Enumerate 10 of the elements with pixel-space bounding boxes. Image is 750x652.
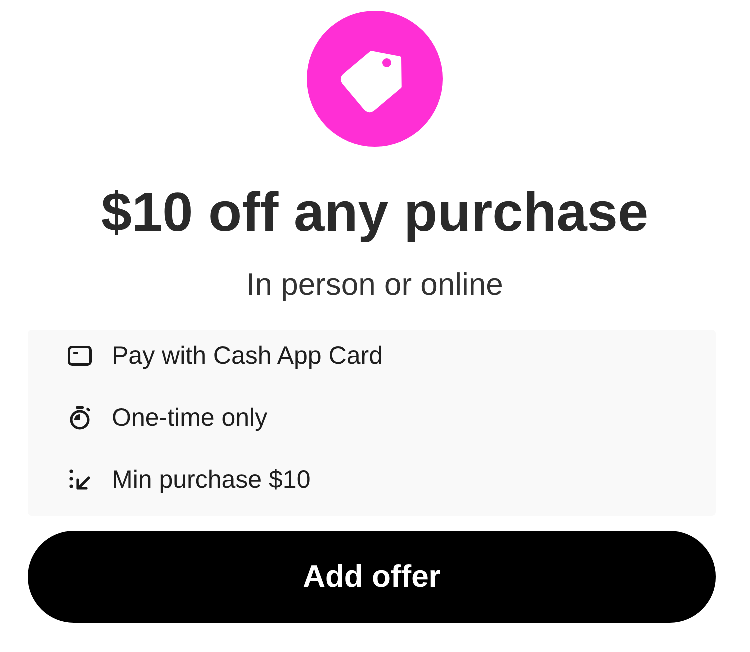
- detail-text: One-time only: [112, 403, 268, 433]
- detail-text: Min purchase $10: [112, 465, 311, 495]
- tag-icon: [307, 11, 443, 147]
- arrow-down-left-icon: [68, 469, 92, 491]
- add-offer-button[interactable]: Add offer: [28, 531, 716, 623]
- detail-text: Pay with Cash App Card: [112, 341, 383, 371]
- card-icon: [68, 346, 92, 366]
- offer-subtitle: In person or online: [246, 266, 504, 304]
- offer-title: $10 off any purchase: [101, 181, 649, 243]
- stopwatch-icon: [68, 406, 92, 430]
